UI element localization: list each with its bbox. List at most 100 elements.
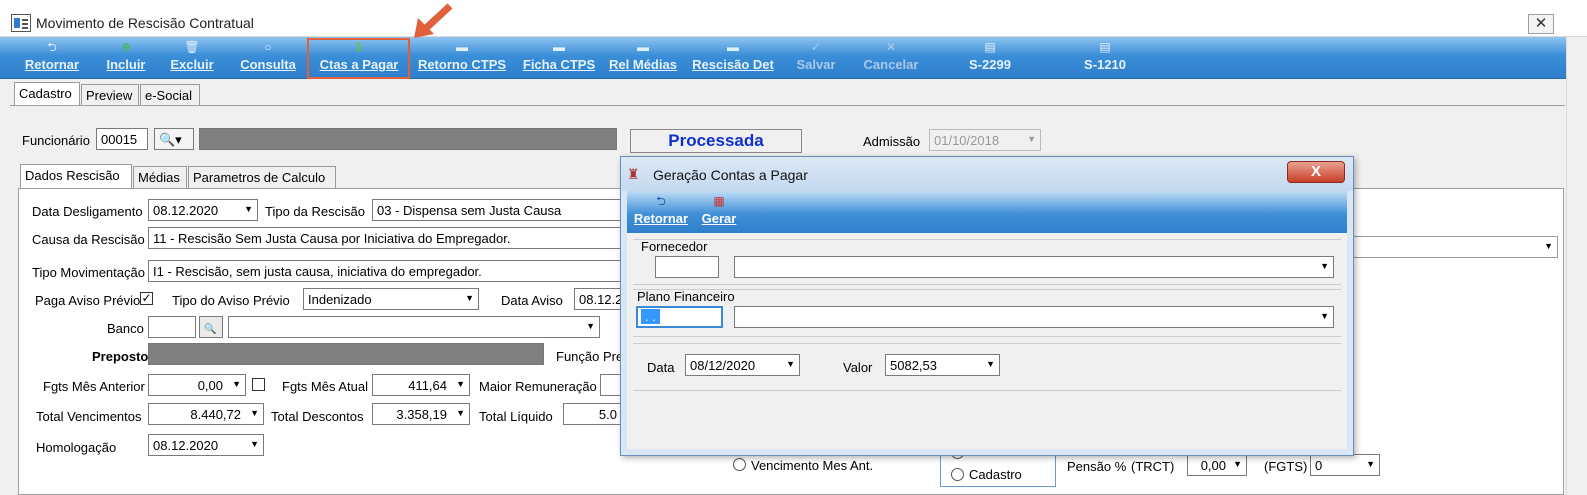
total-descontos-field[interactable]: 3.358,19 <box>372 403 470 425</box>
tab-cadastro[interactable]: Cadastro <box>14 82 80 106</box>
tipo-rescisao-label: Tipo da Rescisão <box>265 204 365 219</box>
s1210-button[interactable]: ▤ S-1210 <box>1075 37 1135 79</box>
data-aviso-field[interactable]: 08.12.2 <box>574 288 622 310</box>
rescisao-det-button[interactable]: ▬ Rescisão Det <box>688 37 778 79</box>
homologacao-label: Homologação <box>36 440 117 455</box>
total-vencimentos-field[interactable]: 8.440,72 <box>148 403 264 425</box>
funcionario-input[interactable]: 00015 <box>96 128 148 150</box>
printer-icon: ▬ <box>553 40 565 54</box>
fornecedor-code-input[interactable] <box>655 256 719 278</box>
banco-code-input[interactable] <box>148 316 196 338</box>
data-desligamento-field[interactable]: 08.12.2020 <box>148 199 258 221</box>
fornecedor-label: Fornecedor <box>641 239 708 254</box>
dialog-title: Geração Contas a Pagar <box>653 167 808 183</box>
dialog-toolbar: ⮌ Retornar ▦ Gerar <box>627 191 1347 233</box>
paga-aviso-checkbox[interactable]: ✓ <box>140 292 153 305</box>
excluir-button[interactable]: 🗑 Excluir <box>166 37 218 79</box>
retornar-button[interactable]: ⮌ Retornar <box>18 37 86 79</box>
tab-parametros[interactable]: Parametros de Calculo <box>188 166 336 188</box>
document-icon: ▤ <box>984 40 996 54</box>
fornecedor-dropdown[interactable] <box>734 256 1334 278</box>
rel-medias-button[interactable]: ▬ Rel Médias <box>606 37 680 79</box>
tab-preview[interactable]: Preview <box>81 84 139 106</box>
highlight-box <box>307 38 410 79</box>
window-close-button[interactable]: ✕ <box>1528 14 1554 34</box>
data-aviso-label: Data Aviso <box>501 293 563 308</box>
banco-dropdown[interactable] <box>228 316 600 338</box>
causa-rescisao-field[interactable]: 11 - Rescisão Sem Justa Causa por Inicia… <box>148 227 622 249</box>
search-icon: 🔍▾ <box>159 132 182 147</box>
cancelar-button[interactable]: ✕ Cancelar <box>858 37 924 79</box>
return-icon: ⮌ <box>47 40 57 54</box>
salvar-button[interactable]: ✓ Salvar <box>790 37 842 79</box>
search-icon: 🔍 <box>204 324 217 335</box>
right-dropdown[interactable] <box>1348 236 1558 258</box>
generate-document-icon: ▦ <box>713 194 725 208</box>
status-badge: Processada <box>630 129 802 153</box>
fgts-mes-atual-label: Fgts Mês Atual <box>282 379 368 394</box>
data-field[interactable]: 08/12/2020 <box>685 354 800 376</box>
admissao-label: Admissão <box>863 134 921 149</box>
tab-medias[interactable]: Médias <box>133 166 187 188</box>
main-toolbar: ⮌ Retornar ⊕ Incluir 🗑 Excluir ○ Consulta $ C… <box>0 37 1566 79</box>
tipo-rescisao-field[interactable]: 03 - Dispensa sem Justa Causa <box>372 199 622 221</box>
funcionario-label: Funcionário <box>22 133 90 148</box>
maior-remuneracao-field[interactable] <box>600 374 622 396</box>
venc-mes-ant-label: Vencimento Mes Ant. <box>751 458 874 473</box>
plano-dropdown[interactable] <box>734 306 1334 328</box>
dialog-gerar-button[interactable]: ▦ Gerar <box>697 191 741 233</box>
s2299-button[interactable]: ▤ S-2299 <box>960 37 1020 79</box>
trash-icon: 🗑 <box>184 40 200 54</box>
plano-code-input[interactable]: . . <box>636 306 723 328</box>
total-vencimentos-label: Total Vencimentos <box>36 409 142 424</box>
incluir-button[interactable]: ⊕ Incluir <box>100 37 152 79</box>
funcao-preposto-label: Função Pre <box>556 349 624 364</box>
plano-financeiro-label: Plano Financeiro <box>637 289 735 304</box>
ficha-ctps-button[interactable]: ▬ Ficha CTPS <box>520 37 598 79</box>
fgts-field[interactable]: 0 <box>1310 454 1380 476</box>
preposto-label: Preposto <box>92 349 149 364</box>
fgts-label: (FGTS) <box>1264 459 1308 474</box>
trct-field[interactable]: 0,00 <box>1187 454 1247 476</box>
dialog-body: Fornecedor Plano Financeiro . . Data 08/… <box>627 233 1347 449</box>
valor-field[interactable]: 5082,53 <box>885 354 1000 376</box>
fgts-mes-atual-field[interactable]: 411,64 <box>372 374 470 396</box>
trct-label: (TRCT) <box>1131 459 1175 474</box>
printer-icon: ▬ <box>456 40 468 54</box>
tab-esocial[interactable]: e-Social <box>140 84 200 106</box>
venc-mes-ant-radio[interactable] <box>733 458 746 471</box>
tipo-aviso-field[interactable]: Indenizado <box>303 288 479 310</box>
pensao-label: Pensão % <box>1067 459 1127 474</box>
dialog-titlebar: ♜ Geração Contas a Pagar X <box>621 157 1353 191</box>
consulta-button[interactable]: ○ Consulta <box>235 37 301 79</box>
data-label: Data <box>647 360 675 375</box>
homologacao-field[interactable]: 08.12.2020 <box>148 434 264 456</box>
preposto-field <box>148 343 544 365</box>
printer-icon: ▬ <box>637 40 649 54</box>
tipo-movimentacao-field[interactable]: I1 - Rescisão, sem justa causa, iniciati… <box>148 260 622 282</box>
cadastro-radio[interactable] <box>951 468 964 481</box>
window-title: Movimento de Rescisão Contratual <box>36 15 254 31</box>
retorno-ctps-button[interactable]: ▬ Retorno CTPS <box>412 37 512 79</box>
valor-label: Valor <box>843 360 873 375</box>
fgts-mes-anterior-field[interactable]: 0,00 <box>148 374 246 396</box>
funcionario-name-field <box>199 128 617 150</box>
total-liquido-field[interactable]: 5.0 <box>563 403 622 425</box>
cadastro-label: Cadastro <box>969 467 1022 482</box>
return-icon: ⮌ <box>656 194 666 208</box>
paga-aviso-label: Paga Aviso Prévio <box>35 293 141 308</box>
admissao-field[interactable]: 01/10/2018 <box>929 129 1041 151</box>
app-icon <box>11 14 31 32</box>
banco-search-button[interactable]: 🔍 <box>199 316 223 338</box>
document-icon: ▤ <box>1099 40 1111 54</box>
dialog-close-button[interactable]: X <box>1287 161 1345 183</box>
printer-icon: ▬ <box>727 40 739 54</box>
window-titlebar: Movimento de Rescisão Contratual ✕ <box>0 0 1587 37</box>
funcionario-search-button[interactable]: 🔍▾ <box>154 128 194 150</box>
total-liquido-label: Total Líquido <box>479 409 553 424</box>
vertical-scrollbar[interactable] <box>1566 37 1587 495</box>
tab-dados-rescisao[interactable]: Dados Rescisão <box>20 164 132 188</box>
dialog-retornar-button[interactable]: ⮌ Retornar <box>631 191 691 233</box>
fgts-checkbox[interactable] <box>252 378 265 391</box>
cancel-icon: ✕ <box>885 40 897 54</box>
